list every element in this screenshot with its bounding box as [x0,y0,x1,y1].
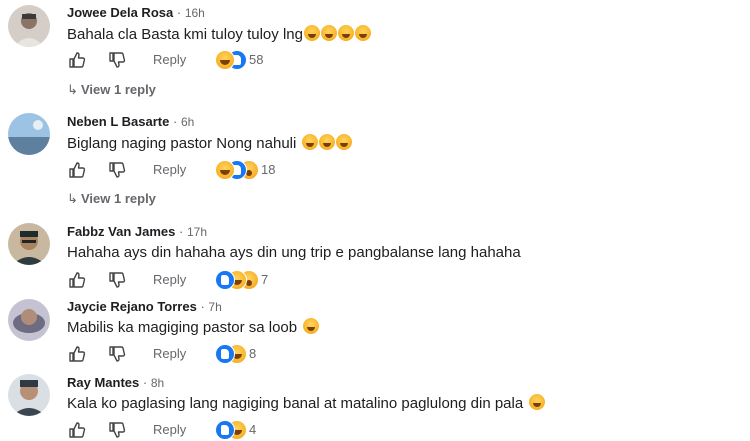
reply-button[interactable]: Reply [153,52,186,67]
author-name[interactable]: Jaycie Rejano Torres [67,299,197,314]
like-reaction-icon [215,420,235,440]
reaction-count: 8 [249,346,257,361]
comment-header: Jowee Dela Rosa · 16h [67,5,205,20]
comment-text-body: Hahaha ays din hahaha ays din ung trip e… [67,244,521,261]
author-name[interactable]: Ray Mantes [67,375,139,390]
laughing-emoji-icon [303,318,320,334]
avatar-image [8,374,50,416]
reaction-count: 7 [261,272,269,287]
comment: Fabbz Van James · 17h Hahaha ays din hah… [0,220,750,292]
separator-dot: · [179,224,184,239]
laughing-emoji-icon [302,134,319,150]
reply-button[interactable]: Reply [153,422,186,437]
reactions-summary[interactable]: 18 [215,160,295,180]
avatar-image [8,5,50,47]
thumbs-down-icon[interactable] [107,160,127,180]
comment: Jaycie Rejano Torres · 7h Mabilis ka mag… [0,294,750,368]
comment-text-body: Mabilis ka magiging pastor sa loob [67,319,298,336]
comment-header: Fabbz Van James · 17h [67,224,207,239]
avatar[interactable] [8,299,50,341]
comment-text: Mabilis ka magiging pastor sa loob [67,318,320,336]
comment-time[interactable]: 6h [181,115,194,129]
laughing-emoji-icon [354,25,371,41]
comment-header: Neben L Basarte · 6h [67,114,194,129]
view-replies-label: View 1 reply [81,82,156,97]
comment: Jowee Dela Rosa · 16h Bahala cla Basta k… [0,0,750,110]
reaction-count: 58 [249,52,264,67]
reactions-summary[interactable]: 8 [215,344,295,364]
thumbs-down-icon[interactable] [107,270,127,290]
avatar[interactable] [8,223,50,265]
comment-text: Biglang naging pastor Nong nahuli [67,134,353,152]
reactions-summary[interactable]: 4 [215,420,295,440]
avatar[interactable] [8,374,50,416]
reactions-summary[interactable]: 7 [215,270,295,290]
thumbs-down-icon[interactable] [107,344,127,364]
comment-text-body: Bahala cla Basta kmi tuloy tuloy lng [67,26,303,43]
reply-button[interactable]: Reply [153,162,186,177]
separator-dot: · [200,299,205,314]
reply-button[interactable]: Reply [153,346,186,361]
comment-time[interactable]: 7h [208,300,221,314]
comment-time[interactable]: 17h [187,225,207,239]
laughing-emoji-icon [303,25,320,41]
thumbs-up-icon[interactable] [67,160,87,180]
comment-text-body: Biglang naging pastor Nong nahuli [67,135,297,152]
comment-actions: Reply 58 [67,50,297,70]
comment-header: Ray Mantes · 8h [67,375,164,390]
view-replies-label: View 1 reply [81,191,156,206]
thumbs-up-icon[interactable] [67,420,87,440]
reply-arrow-icon: ↳ [67,82,78,97]
comment-text: Bahala cla Basta kmi tuloy tuloy lng [67,25,371,43]
reactions-summary[interactable]: 58 [215,50,295,70]
like-reaction-icon [215,344,235,364]
thumbs-up-icon[interactable] [67,50,87,70]
laughing-emoji-icon [337,25,354,41]
avatar-image [8,223,50,265]
view-replies-link[interactable]: ↳ View 1 reply [67,82,156,98]
author-name[interactable]: Jowee Dela Rosa [67,5,173,20]
haha-reaction-icon [215,160,235,180]
haha-reaction-icon [215,50,235,70]
separator-dot: · [172,114,178,129]
avatar[interactable] [8,113,50,155]
avatar-image [8,113,50,155]
comment-header: Jaycie Rejano Torres · 7h [67,299,222,314]
view-replies-link[interactable]: ↳ View 1 reply [67,191,156,207]
reply-arrow-icon: ↳ [67,191,78,206]
comment-actions: Reply 18 [67,160,297,180]
comment-text-body: Kala ko paglasing lang nagiging banal at… [67,395,524,412]
reaction-count: 18 [261,162,276,177]
laughing-emoji-icon [319,134,336,150]
comment: Neben L Basarte · 6h Biglang naging past… [0,110,750,218]
avatar[interactable] [8,5,50,47]
thumbs-down-icon[interactable] [107,50,127,70]
comment-actions: Reply 7 [67,270,297,290]
reply-button[interactable]: Reply [153,272,186,287]
laughing-emoji-icon [336,134,353,150]
laughing-emoji-icon [529,394,546,410]
author-name[interactable]: Neben L Basarte [67,114,169,129]
thumbs-down-icon[interactable] [107,420,127,440]
like-reaction-icon [215,270,235,290]
avatar-image [8,299,50,341]
separator-dot: · [142,375,148,390]
thumbs-up-icon[interactable] [67,344,87,364]
comment: Ray Mantes · 8h Kala ko paglasing lang n… [0,370,750,441]
author-name[interactable]: Fabbz Van James [67,224,175,239]
comment-time[interactable]: 16h [185,6,205,20]
comment-actions: Reply 8 [67,344,297,364]
laughing-emoji-icon [320,25,337,41]
comment-text: Hahaha ays din hahaha ays din ung trip e… [67,244,521,261]
comment-time[interactable]: 8h [151,376,164,390]
reaction-count: 4 [249,422,257,437]
comment-actions: Reply 4 [67,420,297,440]
separator-dot: · [176,5,182,20]
comment-text: Kala ko paglasing lang nagiging banal at… [67,394,546,412]
thumbs-up-icon[interactable] [67,270,87,290]
